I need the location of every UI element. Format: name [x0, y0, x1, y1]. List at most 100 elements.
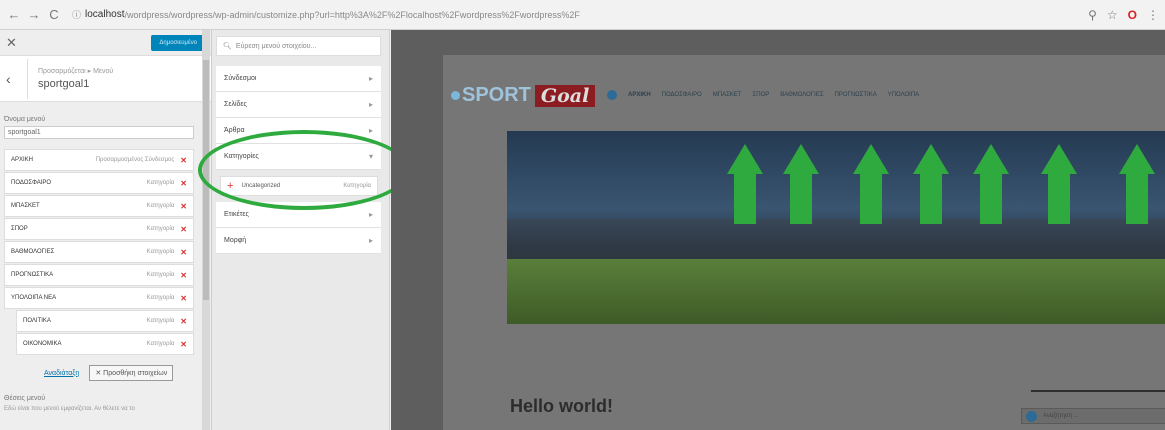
accordion-section[interactable]: Σύνδεσμοι ▸ — [216, 66, 381, 92]
stadium-crowd — [507, 219, 1165, 259]
menu-item-type: Κατηγορία — [146, 272, 175, 278]
more-menu-icon[interactable]: ⋮ — [1147, 8, 1159, 22]
search-placeholder: Εύρεση μενού στοιχείου... — [235, 42, 317, 50]
info-icon: ⓘ — [72, 10, 82, 20]
post-title[interactable]: Hello world! — [510, 396, 613, 417]
menu-item-search-input[interactable]: 🔍︎ Εύρεση μενού στοιχείου... — [216, 36, 381, 56]
menu-item-type: Κατηγορία — [146, 249, 175, 255]
breadcrumb: Προσαρμόζεται ▸ Μενού — [38, 68, 114, 75]
zoom-icon[interactable]: ⚲ — [1088, 8, 1097, 22]
menu-item[interactable]: ΒΑΘΜΟΛΟΓΙΕΣ Κατηγορία ✕ — [4, 241, 194, 263]
sidebar-search-placeholder: Αναζήτηση ... — [1043, 413, 1079, 419]
menu-section-header: ‹ Προσαρμόζεται ▸ Μενού sportgoal1 — [0, 56, 211, 102]
remove-icon[interactable]: ✕ — [180, 225, 187, 234]
nav-item[interactable]: ΜΠΑΣΚΕΤ — [713, 92, 742, 98]
sidebar-search-input[interactable]: Αναζήτηση ... — [1021, 408, 1165, 424]
logo-goal: Goal — [534, 84, 596, 107]
remove-icon[interactable]: ✕ — [180, 156, 187, 165]
nav-item[interactable]: ΠΡΟΓΝΩΣΤΙΚΑ — [835, 92, 877, 98]
chevron-right-icon: ▸ — [368, 236, 373, 245]
remove-icon[interactable]: ✕ — [180, 202, 187, 211]
reload-icon[interactable]: C — [46, 7, 62, 22]
menu-item-label: ΜΠΑΣΚΕΤ — [11, 203, 40, 209]
nav-item[interactable]: ΥΠΟΛΟΙΠΑ — [888, 92, 919, 98]
menu-item-type: Προσαρμοσμένος Σύνδεσμος — [95, 157, 175, 163]
menu-item-label: ΠΡΟΓΝΩΣΤΙΚΑ — [11, 272, 54, 278]
remove-icon[interactable]: ✕ — [180, 179, 187, 188]
edit-shortcut-icon[interactable] — [607, 90, 617, 100]
menu-item[interactable]: ΜΠΑΣΚΕΤ Κατηγορία ✕ — [4, 195, 194, 217]
address-bar[interactable]: ⓘ localhost /wordpress/wordpress/wp-admi… — [72, 5, 1080, 25]
remove-icon[interactable]: ✕ — [180, 340, 187, 349]
annotation-arrow — [913, 144, 949, 224]
nav-item[interactable]: ΑΡΧΙΚΗ — [628, 92, 651, 98]
menu-name-input[interactable]: sportgoal1 — [4, 126, 194, 139]
back-chevron-icon[interactable]: ‹ — [6, 58, 28, 99]
menu-item-type: Κατηγορία — [146, 341, 175, 347]
menu-item-label: ΑΡΧΙΚΗ — [11, 157, 34, 163]
menu-item-label: ΠΟΛΙΤΙΚΑ — [23, 318, 51, 324]
site-navigation: ΑΡΧΙΚΗ ΠΟΔΟΣΦΑΙΡΟ ΜΠΑΣΚΕΤ ΣΠΟΡ ΒΑΘΜΟΛΟΓΙΕΣ ΠΡ… — [607, 90, 919, 100]
reorder-link[interactable]: Αναδιάταξη — [44, 370, 79, 377]
add-items-button[interactable]: ✕ Προσθήκη στοιχείων — [89, 365, 174, 381]
menu-item-type: Κατηγορία — [146, 318, 175, 324]
publish-button[interactable]: Δημοσιευμένο — [151, 34, 205, 51]
menu-item-type: Κατηγορία — [146, 226, 175, 232]
menu-item[interactable]: ΑΡΧΙΚΗ Προσαρμοσμένος Σύνδεσμος ✕ — [4, 149, 194, 171]
logo-sport: SPORT — [462, 84, 531, 106]
menu-item-label: ΥΠΟΛΟΙΠΑ ΝΕΑ — [11, 295, 57, 301]
sidebar-divider — [1031, 390, 1165, 392]
edit-shortcut-icon[interactable] — [1026, 410, 1037, 422]
search-icon: 🔍︎ — [223, 43, 232, 50]
remove-icon[interactable]: ✕ — [180, 317, 187, 326]
star-icon[interactable]: ☆ — [1107, 8, 1118, 22]
menu-item-label: ΒΑΘΜΟΛΟΓΙΕΣ — [11, 249, 55, 255]
menu-items-list: ΑΡΧΙΚΗ Προσαρμοσμένος Σύνδεσμος ✕ ΠΟΔΟΣΦΑΙΡ… — [4, 149, 211, 355]
accordion-section[interactable]: Σελίδες ▸ — [216, 92, 381, 118]
chevron-right-icon: ▸ — [368, 74, 373, 83]
accordion-section-label: Άρθρα — [224, 127, 245, 134]
nav-item[interactable]: ΣΠΟΡ — [752, 92, 769, 98]
menu-item[interactable]: ΠΟΛΙΤΙΚΑ Κατηγορία ✕ — [16, 310, 194, 332]
annotation-arrow — [783, 144, 819, 224]
menu-item-label: ΣΠΟΡ — [11, 226, 28, 232]
back-arrow-icon[interactable]: ← — [6, 7, 22, 22]
stadium-pitch — [507, 259, 1165, 324]
menu-item[interactable]: ΥΠΟΛΟΙΠΑ ΝΕΑ Κατηγορία ✕ — [4, 287, 194, 309]
url-path: /wordpress/wordpress/wp-admin/customize.… — [124, 9, 580, 20]
logo-ball-icon — [451, 91, 460, 100]
browser-toolbar: ← → C ⓘ localhost /wordpress/wordpress/w… — [0, 0, 1165, 30]
site-preview: SPORT Goal ΑΡΧΙΚΗ ΠΟΔΟΣΦΑΙΡΟ ΜΠΑΣΚΕΤ ΣΠΟΡ ΒΑ… — [391, 30, 1165, 430]
close-icon[interactable]: ✕ — [6, 35, 17, 51]
nav-item[interactable]: ΠΟΔΟΣΦΑΙΡΟ — [662, 92, 702, 98]
site-logo[interactable]: SPORT Goal — [451, 84, 596, 107]
add-items-label: Προσθήκη στοιχείων — [103, 370, 168, 377]
menu-title: sportgoal1 — [38, 78, 90, 90]
accordion-section-label: Ετικέτες — [224, 211, 249, 218]
menu-item[interactable]: ΣΠΟΡ Κατηγορία ✕ — [4, 218, 194, 240]
opera-icon[interactable]: O — [1128, 8, 1137, 22]
remove-icon[interactable]: ✕ — [180, 248, 187, 257]
annotation-ellipse — [198, 130, 410, 210]
menu-locations-title: Θέσεις μενού — [4, 395, 46, 402]
menu-item[interactable]: ΟΙΚΟΝΟΜΙΚΑ Κατηγορία ✕ — [16, 333, 194, 355]
customizer-panel: ✕ Δημοσιευμένο ‹ Προσαρμόζεται ▸ Μενού s… — [0, 30, 212, 430]
available-items-panel: 🔍︎ Εύρεση μενού στοιχείου... Σύνδεσμοι ▸ Σ… — [212, 30, 390, 430]
customizer-header: ✕ Δημοσιευμένο — [0, 30, 211, 56]
remove-icon[interactable]: ✕ — [180, 271, 187, 280]
forward-arrow-icon[interactable]: → — [26, 7, 42, 22]
remove-icon[interactable]: ✕ — [180, 294, 187, 303]
chevron-right-icon: ▸ — [368, 100, 373, 109]
annotation-arrow — [727, 144, 763, 224]
menu-item-type: Κατηγορία — [146, 180, 175, 186]
annotation-arrow — [1119, 144, 1155, 224]
menu-item[interactable]: ΠΟΔΟΣΦΑΙΡΟ Κατηγορία ✕ — [4, 172, 194, 194]
menu-locations-text: Εδώ είναι που μενού εμφανίζεται. Αν θέλε… — [4, 406, 135, 412]
menu-item[interactable]: ΠΡΟΓΝΩΣΤΙΚΑ Κατηγορία ✕ — [4, 264, 194, 286]
menu-item-type: Κατηγορία — [146, 203, 175, 209]
accordion-section[interactable]: Μορφή ▸ — [216, 228, 381, 254]
nav-item[interactable]: ΒΑΘΜΟΛΟΓΙΕΣ — [780, 92, 823, 98]
url-host: localhost — [85, 9, 125, 20]
accordion-section-label: Μορφή — [224, 237, 247, 244]
chevron-right-icon: ▸ — [368, 126, 373, 135]
